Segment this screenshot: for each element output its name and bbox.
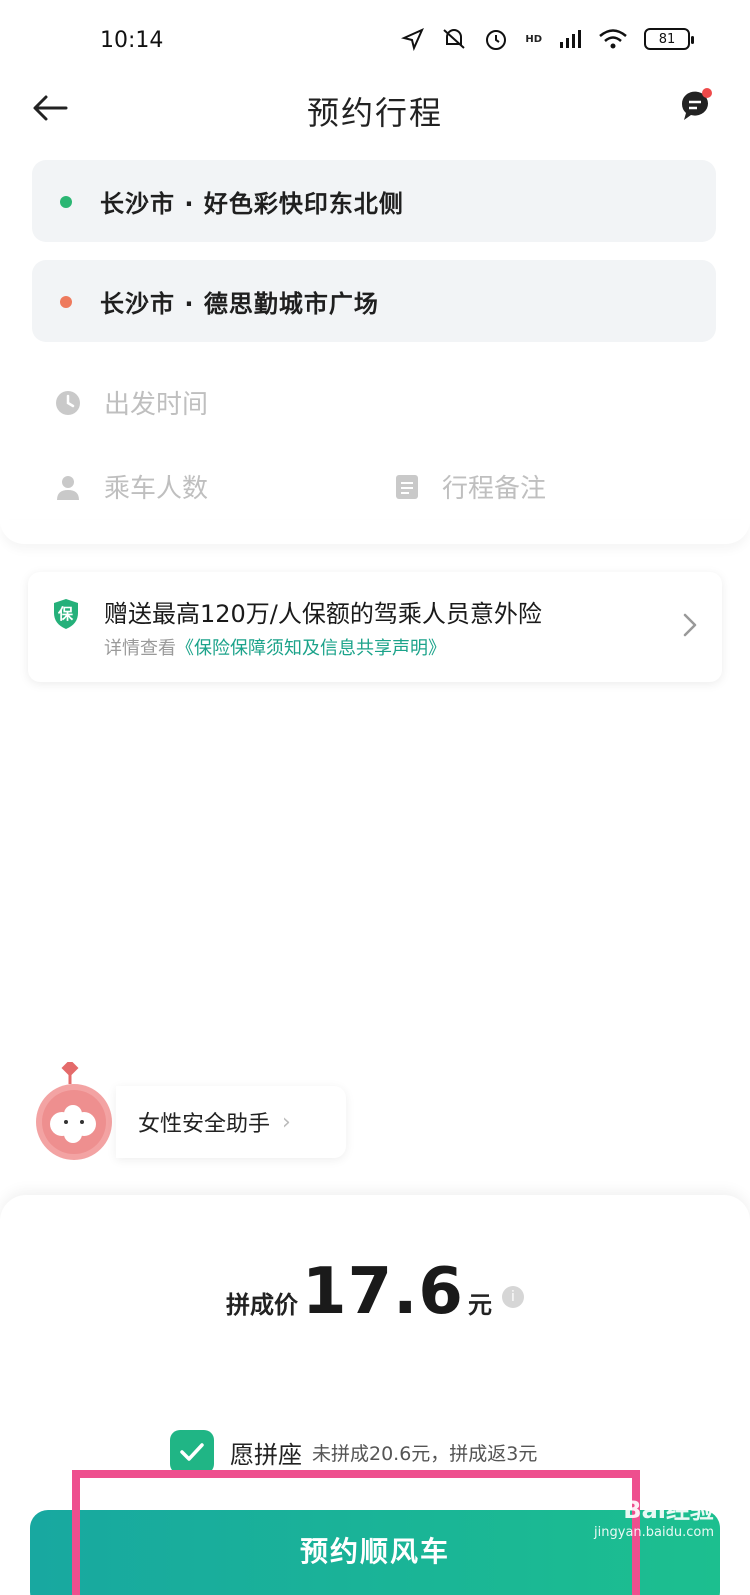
price-value: 17.6 [302, 1255, 464, 1329]
destination-dot [60, 296, 72, 308]
destination-field[interactable]: 长沙市 · 德思勤城市广场 [32, 260, 716, 342]
watermark: Bai经验 jingyan.baidu.com [594, 1490, 714, 1540]
signal-icon [560, 30, 581, 48]
insurance-title: 赠送最高120万/人保额的驾乘人员意外险 [104, 600, 542, 628]
status-bar: 10:14 HD 81 [0, 0, 750, 80]
info-icon[interactable]: i [501, 1286, 524, 1308]
assistant-mascot-icon [36, 1062, 112, 1160]
clock-icon [56, 390, 80, 415]
insurance-card[interactable]: 保 赠送最高120万/人保额的驾乘人员意外险 详情查看《保险保障须知及信息共享声… [28, 572, 722, 682]
carpool-label: 愿拼座 [230, 1440, 302, 1469]
carpool-checkbox[interactable] [170, 1430, 214, 1474]
insurance-badge-text: 保 [58, 605, 74, 623]
page-title: 预约行程 [306, 94, 443, 132]
carpool-option[interactable]: 愿拼座 未拼成20.6元，拼成返3元 [170, 1430, 537, 1474]
message-icon [681, 88, 712, 120]
insurance-subtitle: 详情查看《保险保障须知及信息共享声明》 [104, 634, 446, 660]
mute-bell-icon [443, 29, 465, 49]
departure-time-placeholder: 出发时间 [104, 390, 209, 420]
origin-field[interactable]: 长沙市 · 好色彩快印东北侧 [32, 160, 716, 242]
origin-dot [60, 196, 72, 208]
hd-badge: HD [525, 33, 542, 45]
trip-note-placeholder: 行程备注 [442, 474, 547, 504]
highlight-box [72, 1470, 640, 1595]
wifi-icon [599, 29, 627, 49]
alarm-icon [486, 30, 507, 50]
navigation-bar: 预约行程 [0, 80, 750, 140]
trip-note-field[interactable]: 行程备注 [394, 468, 546, 505]
carpool-note: 未拼成20.6元，拼成返3元 [312, 1442, 538, 1465]
watermark-url: jingyan.baidu.com [594, 1525, 714, 1540]
price-display: 拼成价 17.6 元 i [0, 1255, 750, 1329]
price-label: 拼成价 [226, 1291, 299, 1319]
departure-time-field[interactable]: 出发时间 [54, 384, 208, 421]
route-panel-edge [0, 520, 750, 544]
passenger-count-placeholder: 乘车人数 [104, 474, 209, 504]
insurance-terms-link[interactable]: 《保险保障须知及信息共享声明》 [176, 638, 446, 659]
price-unit: 元 [467, 1291, 492, 1319]
battery-indicator: 81 [644, 28, 694, 50]
origin-text: 长沙市 · 好色彩快印东北侧 [100, 190, 404, 218]
destination-text: 长沙市 · 德思勤城市广场 [100, 290, 379, 318]
note-icon [396, 474, 418, 499]
chevron-right-icon [683, 613, 697, 637]
passenger-count-field[interactable]: 乘车人数 [54, 468, 208, 505]
checkmark-icon [180, 1443, 204, 1461]
shield-icon: 保 [52, 598, 80, 634]
status-time: 10:14 [100, 28, 164, 53]
watermark-brand: Bai经验 [623, 1496, 714, 1524]
assistant-label: 女性安全助手 [138, 1112, 271, 1137]
chevron-right-icon: › [282, 1109, 291, 1135]
location-icon [401, 28, 425, 51]
status-icons: HD 81 [401, 26, 694, 52]
person-icon [57, 475, 79, 500]
assistant-pill[interactable]: 女性安全助手 › [116, 1086, 346, 1158]
message-button[interactable] [678, 88, 714, 124]
insurance-sub-prefix: 详情查看 [104, 638, 176, 659]
